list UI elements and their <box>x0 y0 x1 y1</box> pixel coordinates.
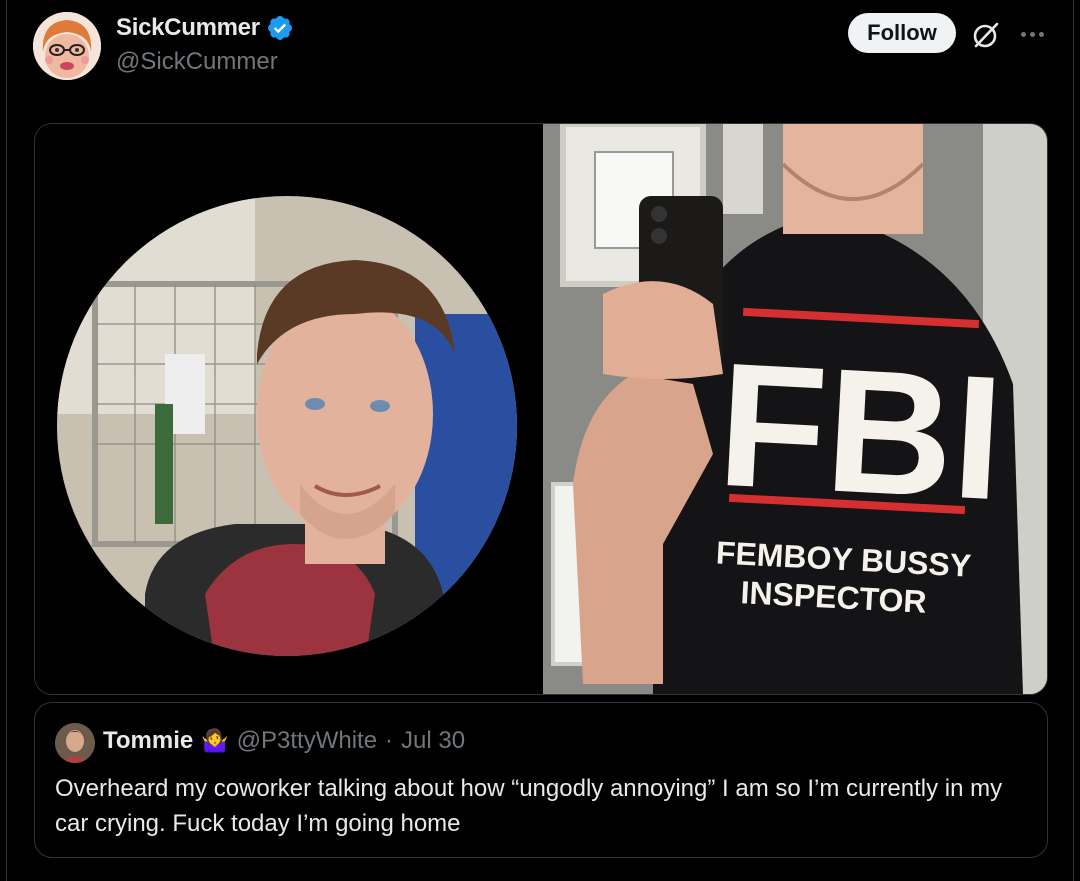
quoted-author-row: Tommie 🤷‍♀️ @P3ttyWhite · Jul 30 <box>103 727 465 755</box>
follow-button[interactable]: Follow <box>848 13 956 53</box>
author-name-row[interactable]: SickCummer <box>116 14 294 42</box>
cartoon-avatar-image <box>33 12 101 80</box>
author-handle[interactable]: @SickCummer <box>116 48 278 76</box>
quoted-display-name[interactable]: Tommie <box>103 727 193 755</box>
portrait-photo <box>57 196 517 656</box>
left-border <box>6 0 7 881</box>
quoted-author-avatar[interactable] <box>55 723 95 763</box>
quoted-date[interactable]: Jul 30 <box>401 727 465 755</box>
author-display-name[interactable]: SickCummer <box>116 14 260 42</box>
media-image-portrait[interactable] <box>35 124 541 694</box>
right-border <box>1073 0 1074 881</box>
tweet-media: FBI FEMBOY BUSSY INSPECTOR <box>34 123 1048 695</box>
more-icon[interactable] <box>1018 22 1046 46</box>
quoted-handle[interactable]: @P3ttyWhite <box>237 727 377 755</box>
quoted-tweet-text: Overheard my coworker talking about how … <box>55 775 1003 837</box>
shrug-emoji-icon: 🤷‍♀️ <box>201 728 229 753</box>
author-avatar[interactable] <box>33 12 101 80</box>
media-image-selfie[interactable]: FBI FEMBOY BUSSY INSPECTOR <box>543 124 1047 694</box>
verified-badge-icon <box>267 16 292 40</box>
quoted-tweet[interactable]: Tommie 🤷‍♀️ @P3ttyWhite · Jul 30 Overhea… <box>34 702 1048 858</box>
selfie-photo: FBI FEMBOY BUSSY INSPECTOR <box>543 124 1047 694</box>
grok-icon[interactable] <box>970 19 1002 51</box>
quoted-separator: · <box>385 727 394 754</box>
